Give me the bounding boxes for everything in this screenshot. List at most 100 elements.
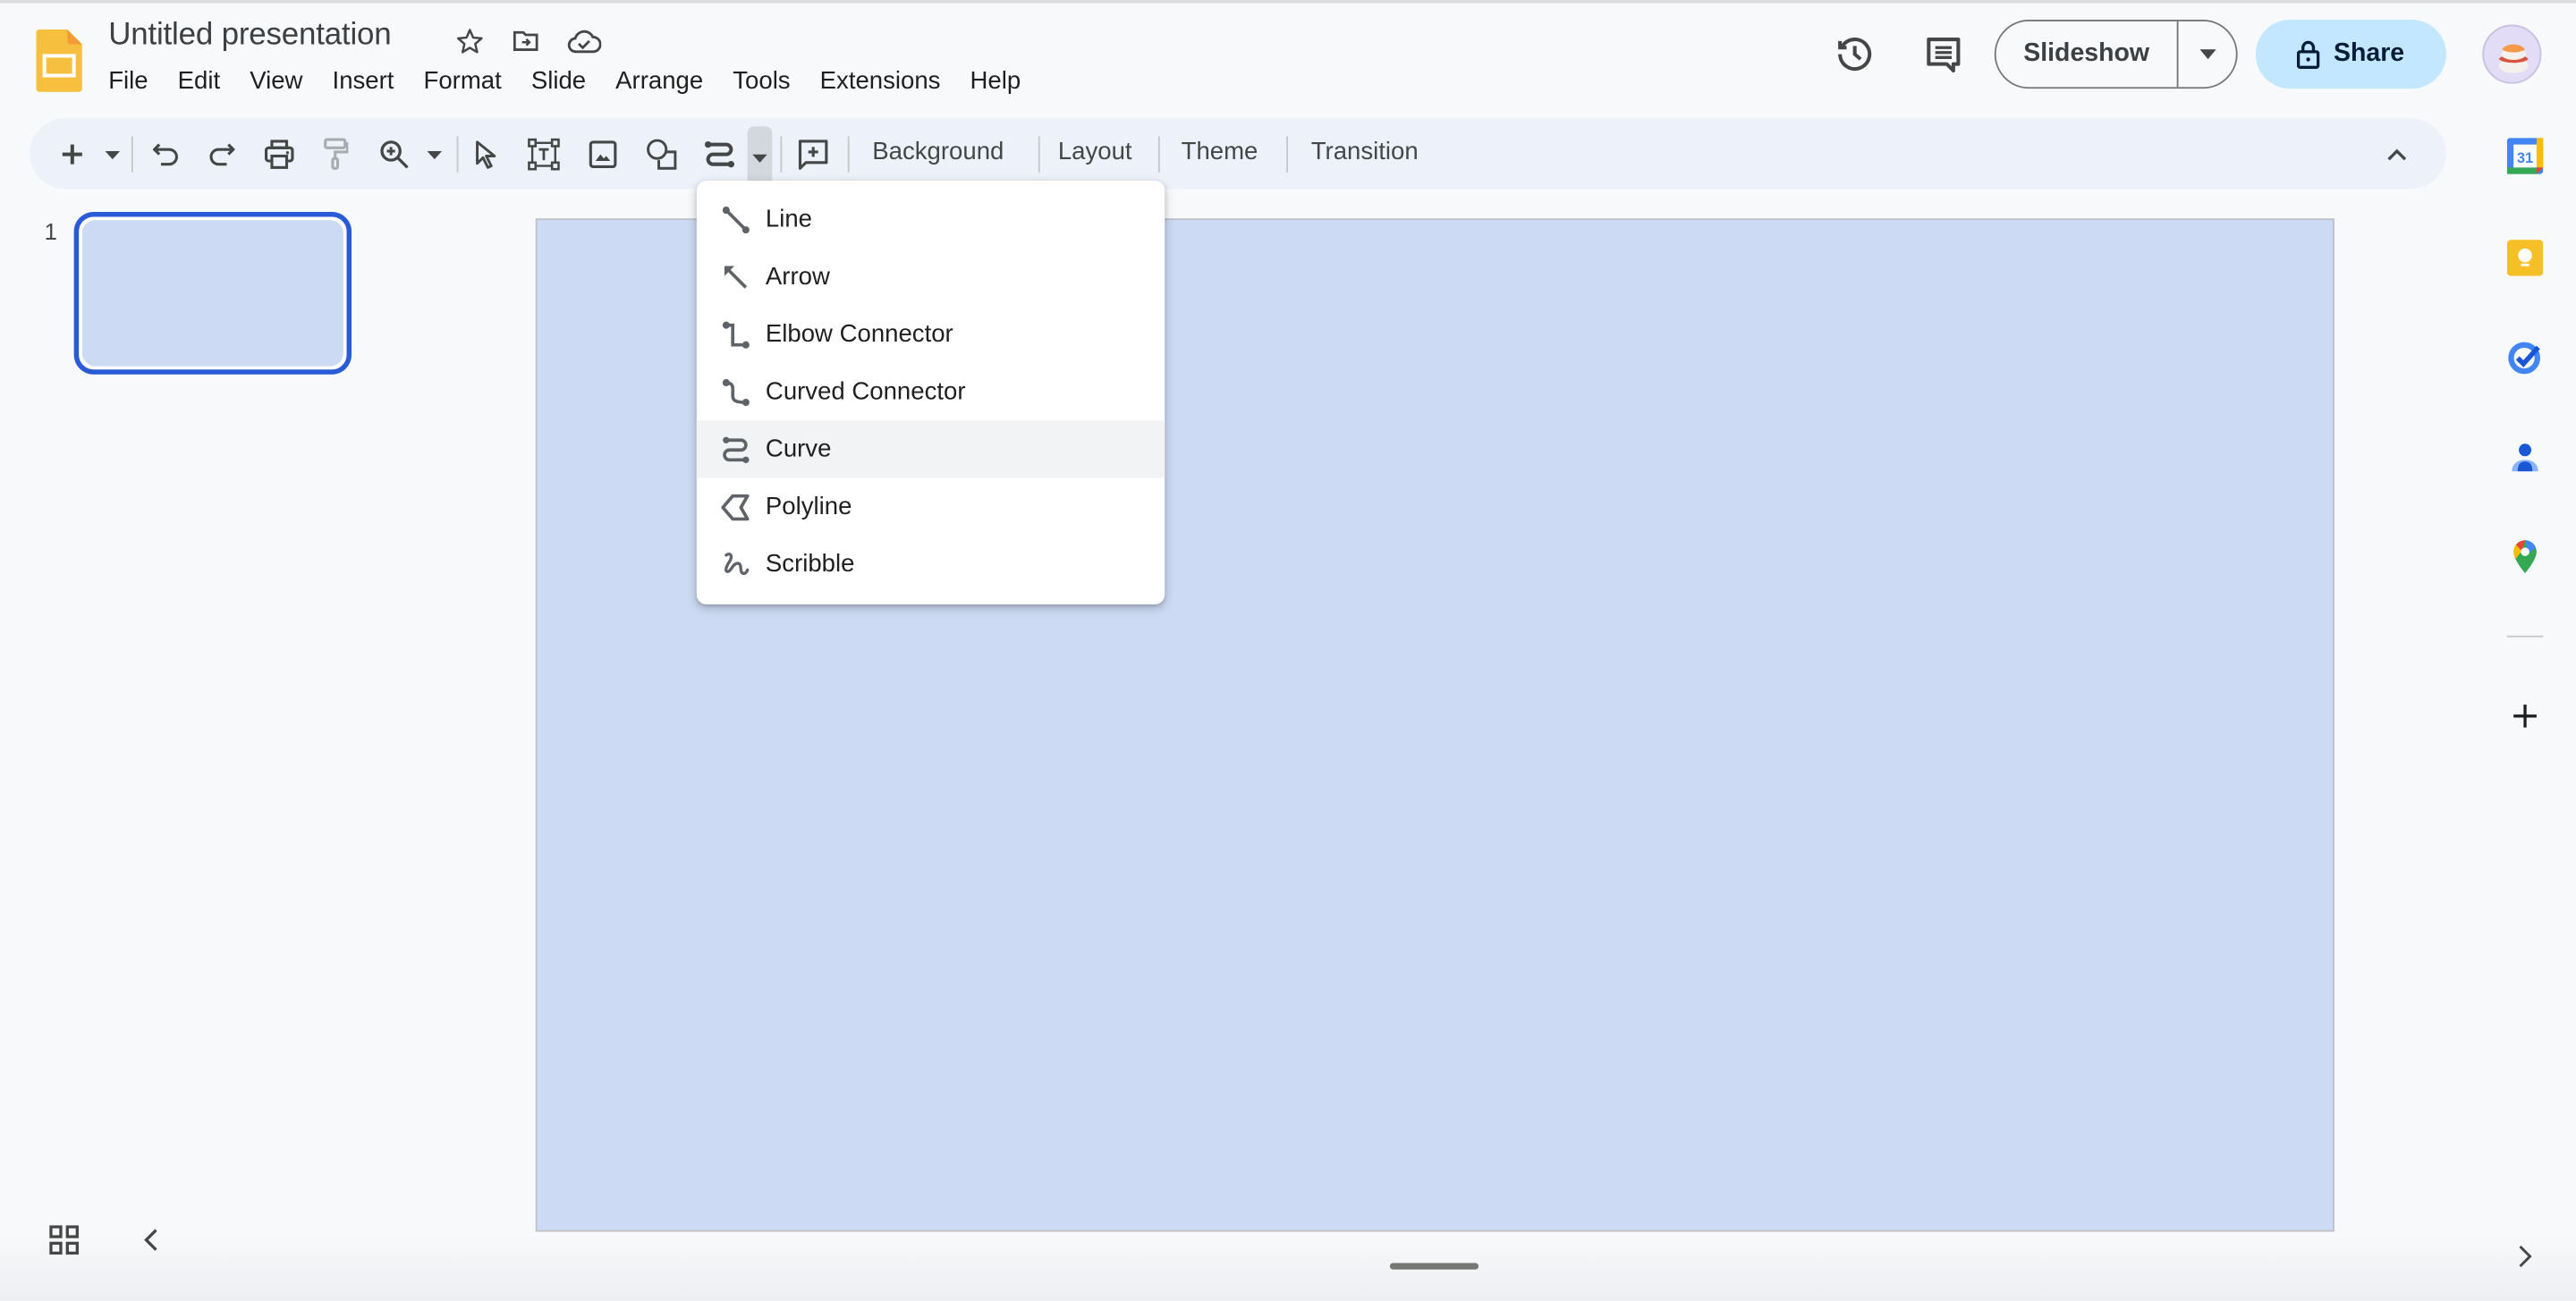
slide-thumbnail[interactable] xyxy=(73,211,352,375)
toolbar-separator xyxy=(456,136,459,173)
contacts-app-button[interactable] xyxy=(2489,435,2562,481)
toolbar-separator xyxy=(780,136,783,173)
cursor-arrow-icon xyxy=(476,140,496,169)
lock-icon xyxy=(2297,40,2321,69)
text-box-button[interactable] xyxy=(522,131,565,177)
side-panel-separator xyxy=(2506,635,2544,638)
menu-item-label: Elbow Connector xyxy=(765,320,953,349)
cloud-saved-icon[interactable] xyxy=(565,23,601,59)
menu-edit[interactable]: Edit xyxy=(178,67,235,95)
menu-item-curve[interactable]: Curve xyxy=(696,420,1165,478)
print-button[interactable] xyxy=(258,131,301,177)
hide-menus-button[interactable] xyxy=(2376,131,2419,177)
zoom-in-icon xyxy=(380,140,409,169)
line-dropdown[interactable] xyxy=(747,126,773,190)
menu-tools[interactable]: Tools xyxy=(733,67,805,95)
elbow-connector-icon xyxy=(721,319,750,349)
menu-item-label: Polyline xyxy=(765,493,852,521)
get-add-ons-button[interactable] xyxy=(2489,693,2562,739)
shape-button[interactable] xyxy=(640,131,683,177)
image-button[interactable] xyxy=(581,131,624,177)
polyline-icon xyxy=(721,492,750,521)
line-button[interactable] xyxy=(699,131,741,177)
zoom-dropdown[interactable] xyxy=(420,131,446,177)
speaker-notes-resize-handle[interactable] xyxy=(1389,1263,1479,1270)
slides-logo-icon[interactable] xyxy=(36,30,82,92)
shape-icon xyxy=(647,139,677,170)
select-button[interactable] xyxy=(465,131,508,177)
scribble-icon xyxy=(721,549,750,579)
calendar-app-button[interactable]: 31 xyxy=(2489,133,2562,179)
menu-file[interactable]: File xyxy=(108,67,163,95)
background-button[interactable]: Background xyxy=(872,138,1004,165)
menu-item-scribble[interactable]: Scribble xyxy=(697,536,1165,593)
google-calendar-icon: 31 xyxy=(2506,138,2544,174)
caret-down-icon xyxy=(752,153,767,162)
account-avatar[interactable] xyxy=(2482,24,2542,84)
theme-button[interactable]: Theme xyxy=(1182,138,1258,165)
toolbar: Background Layout Theme Transition xyxy=(30,118,2446,190)
undo-button[interactable] xyxy=(145,131,188,177)
menu-item-label: Arrow xyxy=(765,262,830,291)
comments-icon[interactable] xyxy=(1920,31,1966,77)
menu-item-label: Scribble xyxy=(765,550,855,579)
redo-icon xyxy=(209,143,235,166)
maps-app-button[interactable] xyxy=(2489,534,2562,579)
menu-slide[interactable]: Slide xyxy=(531,67,601,95)
layout-button[interactable]: Layout xyxy=(1058,138,1132,165)
slideshow-dropdown-button[interactable] xyxy=(2179,21,2236,87)
menu-arrange[interactable]: Arrange xyxy=(615,67,718,95)
version-history-icon[interactable] xyxy=(1832,31,1877,77)
toolbar-separator xyxy=(847,136,850,173)
menu-view[interactable]: View xyxy=(250,67,318,95)
google-contacts-icon xyxy=(2512,444,2538,472)
tasks-app-button[interactable] xyxy=(2489,334,2562,379)
keep-app-button[interactable] xyxy=(2489,235,2562,281)
add-comment-button[interactable] xyxy=(792,131,835,177)
share-label: Share xyxy=(2333,39,2405,68)
menu-item-elbow-connector[interactable]: Elbow Connector xyxy=(697,306,1165,363)
share-button[interactable]: Share xyxy=(2255,20,2446,89)
collapse-filmstrip-icon[interactable] xyxy=(138,1225,164,1255)
menu-item-label: Line xyxy=(765,205,813,233)
plus-icon xyxy=(2513,704,2537,728)
paint-format-button[interactable] xyxy=(314,131,357,177)
zoom-button[interactable] xyxy=(373,131,416,177)
move-to-folder-icon[interactable] xyxy=(508,23,544,59)
grid-view-icon[interactable] xyxy=(49,1225,79,1255)
plus-icon xyxy=(62,144,82,165)
toolbar-separator xyxy=(1157,136,1160,173)
slideshow-button[interactable]: Slideshow xyxy=(1996,21,2179,88)
line-type-menu: Line Arrow Elbow Connector Curved Connec… xyxy=(696,181,1165,604)
caret-down-icon xyxy=(2199,49,2216,60)
undo-icon xyxy=(152,143,178,166)
document-title[interactable]: Untitled presentation xyxy=(108,18,391,54)
arrow-icon xyxy=(721,262,750,291)
slideshow-button-group: Slideshow xyxy=(1994,20,2238,89)
window-top-border xyxy=(0,0,2576,4)
star-icon[interactable] xyxy=(452,23,487,59)
menu-insert[interactable]: Insert xyxy=(333,67,409,95)
transition-button[interactable]: Transition xyxy=(1311,138,1419,165)
curve-line-icon xyxy=(704,140,735,168)
menu-item-arrow[interactable]: Arrow xyxy=(697,248,1165,305)
menu-format[interactable]: Format xyxy=(424,67,517,95)
expand-side-panel-icon[interactable] xyxy=(2513,1242,2537,1271)
add-comment-icon xyxy=(798,139,828,170)
menu-item-polyline[interactable]: Polyline xyxy=(697,477,1165,535)
menu-extensions[interactable]: Extensions xyxy=(820,67,955,95)
menu-item-label: Curved Connector xyxy=(765,377,966,406)
curve-icon xyxy=(721,435,750,464)
menu-item-line[interactable]: Line xyxy=(697,190,1165,248)
svg-text:31: 31 xyxy=(2517,149,2533,166)
redo-button[interactable] xyxy=(200,131,243,177)
toolbar-separator xyxy=(131,136,133,173)
menu-help[interactable]: Help xyxy=(970,67,1036,95)
google-maps-icon xyxy=(2513,540,2537,574)
new-slide-button[interactable] xyxy=(53,131,92,177)
google-tasks-icon xyxy=(2508,342,2540,375)
line-icon xyxy=(721,205,750,234)
menu-item-curved-connector[interactable]: Curved Connector xyxy=(697,363,1165,420)
new-slide-dropdown[interactable] xyxy=(98,131,124,177)
bottom-bar xyxy=(0,1235,2576,1301)
